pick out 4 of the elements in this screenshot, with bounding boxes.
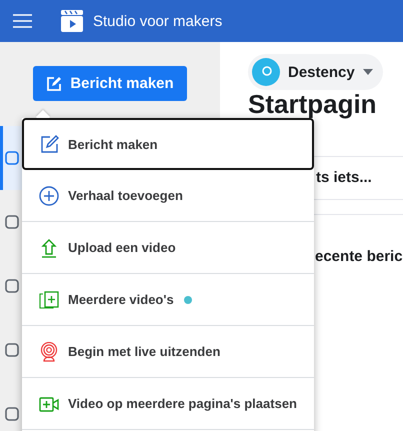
post-prompt: ts iets...	[315, 168, 373, 188]
section-title: ecente beric	[314, 248, 403, 265]
page-heading: Startpagin	[248, 91, 378, 118]
app-title: Studio voor makers	[93, 12, 222, 30]
